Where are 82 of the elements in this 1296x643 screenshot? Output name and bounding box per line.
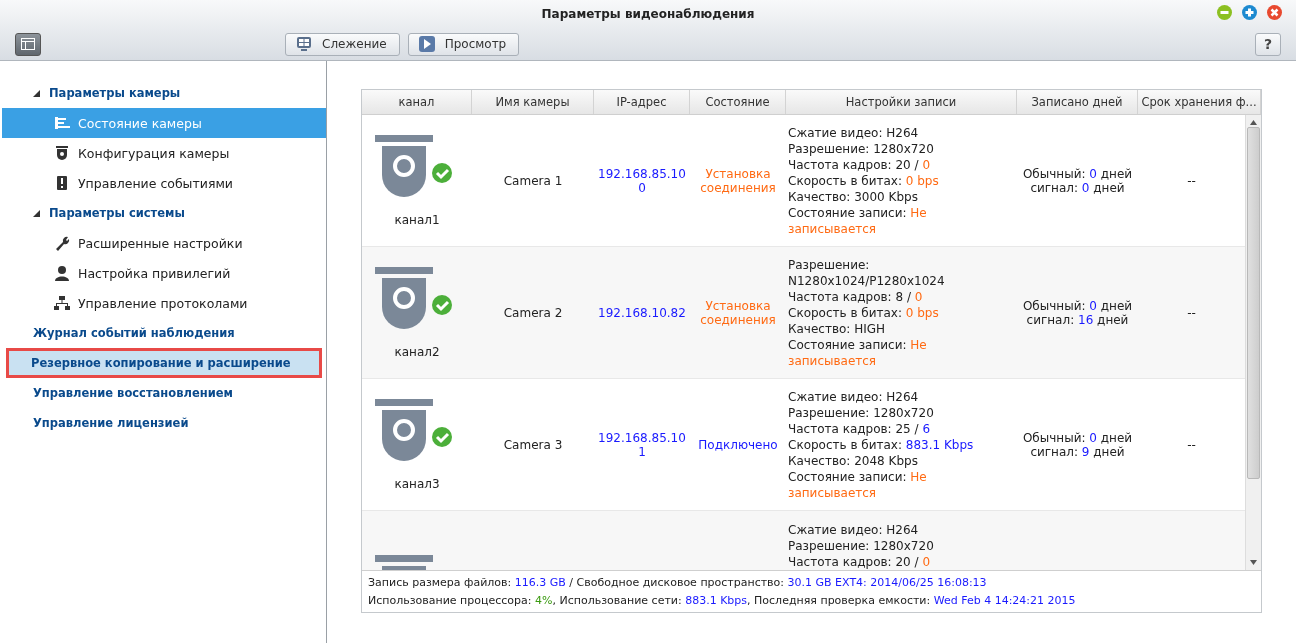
sidebar-section[interactable]: Резервное копирование и расширение (6, 348, 322, 378)
status-line: Запись размера файлов: 116.3 GB / Свободное дисковое пространство: 30.1 GB EXT4: 2014/06/25 16:08:13 (368, 576, 988, 589)
camera-icon (54, 145, 70, 161)
connection-status: Установка соединения (699, 298, 777, 327)
user-icon (54, 265, 70, 281)
column-header[interactable]: Настройки записи (786, 90, 1017, 114)
alert-icon (54, 175, 70, 191)
sidebar-section[interactable]: Параметры системы (2, 198, 326, 228)
column-header[interactable]: Состояние (690, 90, 786, 114)
toolbar-button[interactable]: Слежение (285, 32, 400, 56)
recording-setting: Состояние записи: Не записывается (788, 468, 928, 501)
recorded-days: Обычный: 0 дней (1022, 298, 1133, 313)
sidebar-item[interactable]: Конфигурация камеры (2, 138, 326, 168)
channel-label: канал1 (394, 212, 440, 227)
sidebar-section[interactable]: Параметры камеры (2, 78, 326, 108)
sidebar-section[interactable]: Журнал событий наблюдения (2, 318, 326, 348)
recording-setting: Частота кадров: 20 / 0 (788, 156, 932, 173)
connection-status: Установка соединения (699, 166, 777, 195)
recording-setting: Разрешение: 1280x720 (788, 538, 935, 554)
recording-setting: Частота кадров: 20 / 0 (788, 554, 932, 570)
sidebar-item[interactable]: Расширенные настройки (2, 228, 326, 258)
recording-setting: Частота кадров: 25 / 6 (788, 420, 932, 437)
recording-setting: Частота кадров: 8 / 0 (788, 288, 924, 305)
recorded-days: сигнал: 9 дней (1030, 444, 1125, 459)
recording-setting: Разрешение: N1280x1024/P1280x1024 (788, 256, 946, 289)
recording-setting: Разрешение: 1280x720 (788, 404, 935, 421)
recorded-days: Обычный: 0 дней (1022, 166, 1133, 181)
column-header[interactable]: канал (362, 90, 472, 114)
sidebar-toggle-button[interactable] (15, 32, 41, 56)
recording-setting: Сжатие видео: H264 (788, 124, 920, 141)
recording-setting: Сжатие видео: H264 (788, 388, 920, 405)
recording-setting: Состояние записи: Не записывается (788, 336, 928, 369)
recorded-days: сигнал: 16 дней (1026, 312, 1129, 327)
ip-address: 192.168.85.100 (598, 166, 686, 195)
sidebar-item[interactable]: Управление протоколами (2, 288, 326, 318)
window-title: Параметры видеонаблюдения (541, 7, 755, 21)
status-line: Использование процессора: 4%, Использование сети: 883.1 Kbps, Последняя проверка емкости: Wed Feb 4 14:24:21 2015 (368, 594, 1077, 607)
maximize-button[interactable] (1242, 5, 1257, 20)
help-button[interactable]: ? (1255, 32, 1281, 56)
ip-address: 192.168.10.82 (598, 305, 686, 320)
recorded-days: сигнал: 0 дней (1030, 180, 1125, 195)
retention-value: -- (1187, 437, 1196, 452)
ip-address: 192.168.85.101 (598, 430, 686, 459)
camera-name: Camera 1 (503, 173, 563, 188)
close-button[interactable] (1267, 5, 1282, 20)
recorded-days: Обычный: 0 дней (1022, 430, 1133, 445)
expand-icon[interactable] (33, 210, 40, 217)
sidebar-section[interactable]: Управление восстановлением (2, 378, 326, 408)
panel-icon (21, 38, 35, 50)
recording-setting: Качество: HIGH (788, 320, 887, 337)
expand-icon[interactable] (33, 90, 40, 97)
recording-setting: Скорость в битах: 883.1 Kbps (788, 436, 975, 453)
connection-status: Подключено (698, 437, 778, 452)
scrollbar[interactable] (1245, 115, 1261, 570)
column-header[interactable]: Записано дней (1017, 90, 1138, 114)
camera-name: Camera 2 (503, 305, 563, 320)
monitor-icon (296, 36, 312, 52)
recording-setting: Разрешение: 1280x720 (788, 140, 935, 157)
retention-value: -- (1187, 173, 1196, 188)
network-icon (54, 295, 70, 311)
channel-label: канал2 (394, 344, 440, 359)
retention-value: -- (1187, 305, 1196, 320)
column-header[interactable]: Срок хранения ф... (1138, 90, 1261, 114)
play-icon (418, 36, 435, 52)
column-header[interactable]: IP-адрес (594, 90, 690, 114)
sidebar-item[interactable]: Настройка привилегий (2, 258, 326, 288)
sidebar-section[interactable]: Управление лицензией (2, 408, 326, 438)
list-icon (54, 115, 70, 131)
toolbar-button[interactable]: Просмотр (407, 32, 520, 56)
recording-setting: Качество: 2048 Kbps (788, 452, 919, 469)
recording-setting: Скорость в битах: 0 bps (788, 172, 940, 189)
scroll-down-icon[interactable] (1250, 560, 1257, 565)
recording-setting: Сжатие видео: H264 (788, 522, 920, 538)
scroll-up-icon[interactable] (1250, 120, 1257, 125)
camera-name: Camera 3 (503, 437, 563, 452)
recording-setting: Состояние записи: Не записывается (788, 204, 928, 237)
recording-setting: Качество: 3000 Kbps (788, 188, 919, 205)
column-header[interactable]: Имя камеры (472, 90, 594, 114)
sidebar-item[interactable]: Управление событиями (2, 168, 326, 198)
channel-label: канал3 (394, 476, 440, 491)
recording-setting: Скорость в битах: 0 bps (788, 304, 940, 321)
wrench-icon (54, 235, 70, 251)
